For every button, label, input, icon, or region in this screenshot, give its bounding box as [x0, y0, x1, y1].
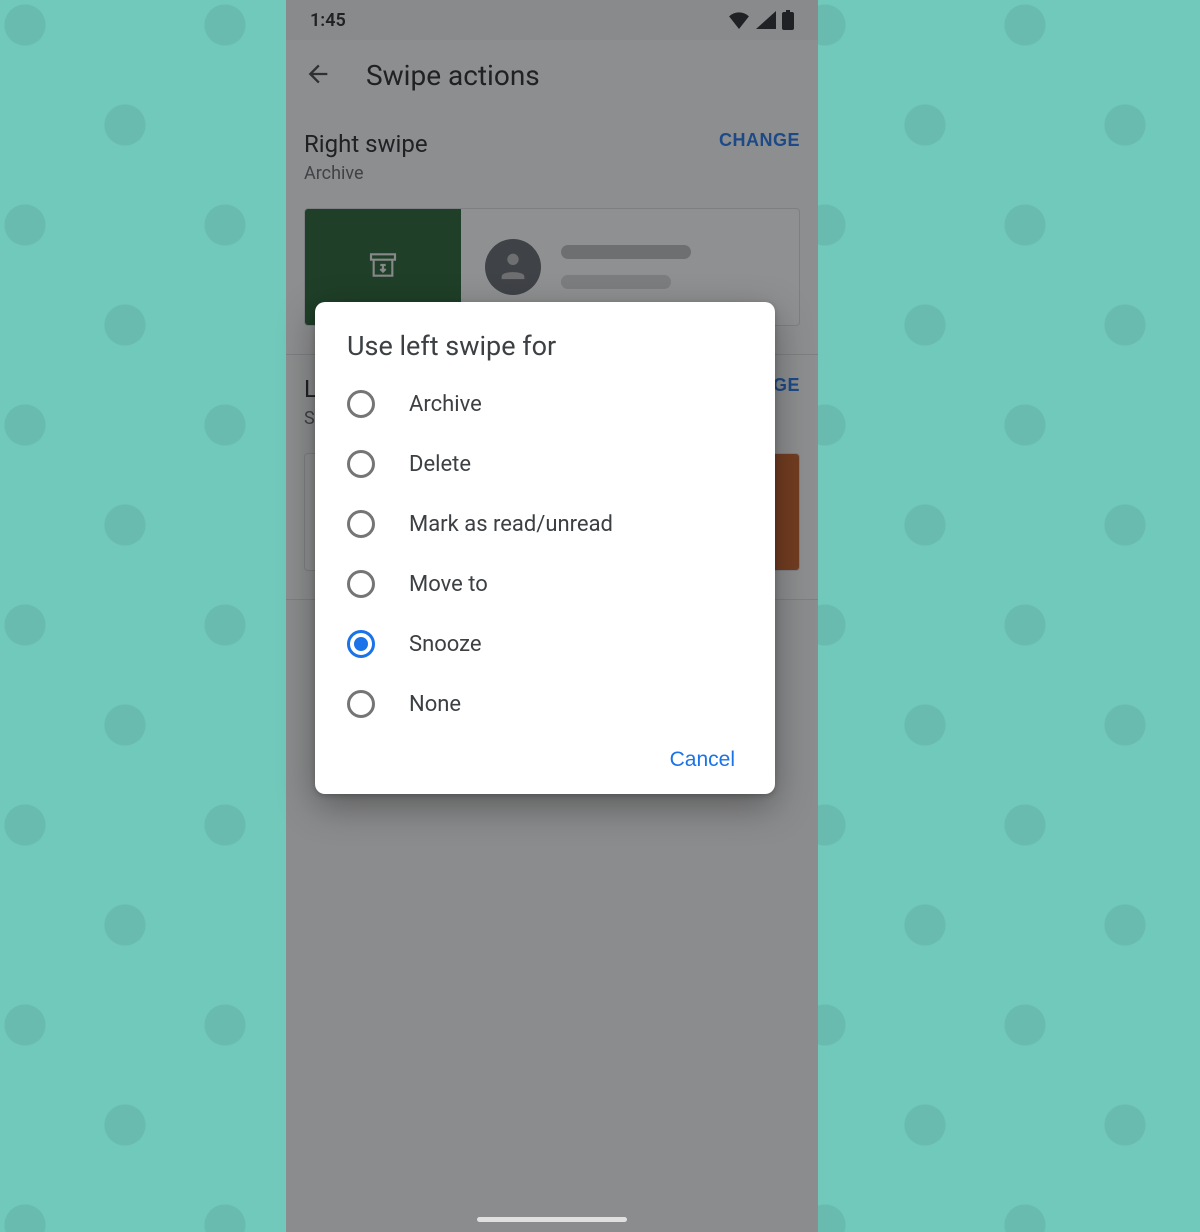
option-delete[interactable]: Delete	[315, 434, 775, 494]
option-move-to[interactable]: Move to	[315, 554, 775, 614]
option-label: Archive	[409, 392, 482, 417]
option-label: Snooze	[409, 632, 482, 657]
option-snooze[interactable]: Snooze	[315, 614, 775, 674]
option-label: None	[409, 692, 461, 717]
radio-icon	[347, 570, 375, 598]
radio-icon	[347, 450, 375, 478]
option-label: Delete	[409, 452, 471, 477]
dialog-option-list: Archive Delete Mark as read/unread Move …	[315, 374, 775, 734]
radio-icon	[347, 390, 375, 418]
radio-icon	[347, 510, 375, 538]
option-label: Mark as read/unread	[409, 512, 613, 537]
option-label: Move to	[409, 572, 488, 597]
option-archive[interactable]: Archive	[315, 374, 775, 434]
cancel-button[interactable]: Cancel	[670, 748, 735, 772]
left-swipe-action-dialog: Use left swipe for Archive Delete Mark a…	[315, 302, 775, 794]
radio-icon-selected	[347, 630, 375, 658]
option-mark-read-unread[interactable]: Mark as read/unread	[315, 494, 775, 554]
dialog-title: Use left swipe for	[315, 330, 775, 374]
option-none[interactable]: None	[315, 674, 775, 734]
radio-icon	[347, 690, 375, 718]
gesture-nav-bar	[477, 1217, 627, 1222]
